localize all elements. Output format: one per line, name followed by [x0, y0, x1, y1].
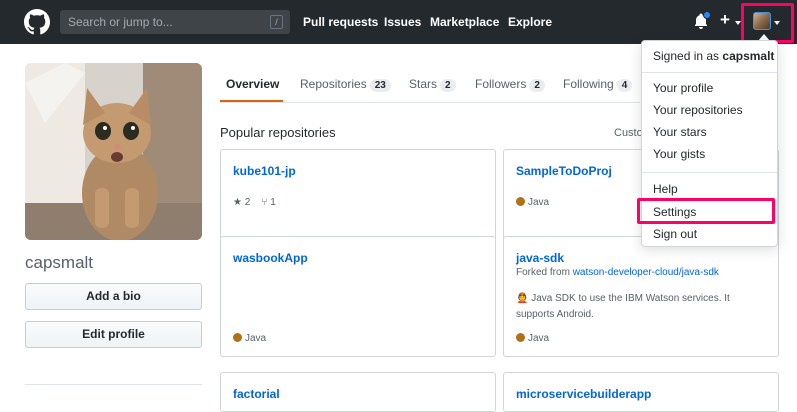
following-count: 4: [616, 79, 633, 92]
tab-repositories-label: Repositories: [300, 77, 367, 91]
tab-followers-label: Followers: [475, 77, 527, 91]
popular-repositories-heading: Popular repositories: [220, 125, 336, 140]
repo-language: Java: [516, 333, 549, 344]
repo-link-factorial[interactable]: factorial: [233, 387, 280, 401]
stars-count: 2: [440, 79, 456, 92]
menu-item-sign-out[interactable]: Sign out: [653, 227, 697, 241]
forked-from-prefix: Forked from: [516, 267, 570, 278]
java-language-color: [516, 333, 525, 342]
tab-following[interactable]: Following 4: [563, 77, 633, 92]
tab-stars[interactable]: Stars 2: [409, 77, 456, 92]
repo-language: Java: [233, 333, 266, 344]
tab-followers[interactable]: Followers 2: [475, 77, 545, 92]
repo-link-microservicebuilderapp[interactable]: microservicebuilderapp: [516, 387, 651, 401]
tabs-divider: [220, 102, 640, 103]
followers-count: 2: [529, 79, 545, 92]
tab-stars-label: Stars: [409, 77, 438, 91]
repo-card-wasbookapp: wasbookApp Java: [220, 236, 496, 357]
repo-link-sampletodoproj[interactable]: SampleToDoProj: [516, 164, 612, 178]
person-emoji-icon: 👲: [516, 293, 529, 304]
repo-language: Java: [516, 197, 549, 208]
repo-card-microservicebuilderapp: microservicebuilderapp: [503, 372, 779, 412]
menu-item-help[interactable]: Help: [653, 182, 678, 196]
unread-notification-dot: [703, 11, 711, 19]
fork-count[interactable]: 1: [270, 197, 276, 208]
signed-in-username: capsmalt: [722, 49, 775, 63]
language-label: Java: [528, 333, 550, 344]
signed-in-prefix: Signed in as: [653, 49, 720, 63]
nav-issues[interactable]: Issues: [384, 15, 421, 29]
nav-marketplace[interactable]: Marketplace: [430, 15, 499, 29]
java-language-color: [516, 197, 525, 206]
menu-item-your-repositories[interactable]: Your repositories: [653, 103, 743, 117]
edit-profile-button[interactable]: Edit profile: [25, 321, 202, 348]
tab-overview-label: Overview: [226, 77, 280, 91]
settings-highlight-box: [637, 198, 775, 224]
repo-card-factorial: factorial: [220, 372, 496, 412]
menu-divider: [642, 72, 777, 73]
customize-pins-link[interactable]: Custo: [614, 127, 643, 139]
search-input[interactable]: Search or jump to... /: [60, 10, 290, 34]
forked-from-link[interactable]: watson-developer-cloud/java-sdk: [573, 267, 719, 278]
repo-description: 👲 Java SDK to use the IBM Watson service…: [516, 291, 761, 323]
language-label: Java: [528, 197, 550, 208]
repo-link-wasbookapp[interactable]: wasbookApp: [233, 251, 308, 265]
menu-item-your-stars[interactable]: Your stars: [653, 125, 707, 139]
profile-username: capsmalt: [25, 253, 94, 272]
top-header: Search or jump to... / Pull requests Iss…: [0, 0, 797, 44]
repo-card-java-sdk: java-sdk Forked from watson-developer-cl…: [503, 236, 779, 357]
create-new-plus-icon[interactable]: +: [720, 11, 730, 29]
tab-following-label: Following: [563, 77, 614, 91]
language-label: Java: [245, 333, 267, 344]
github-logo-icon[interactable]: [24, 9, 50, 35]
active-tab-indicator: [220, 100, 283, 102]
star-count[interactable]: 2: [245, 197, 251, 208]
repo-link-kube101-jp[interactable]: kube101-jp: [233, 164, 296, 178]
add-bio-button[interactable]: Add a bio: [25, 283, 202, 310]
signed-in-as-header: Signed in as capsmalt: [653, 49, 774, 63]
profile-avatar-photo: [25, 63, 202, 240]
search-shortcut-key: /: [270, 15, 283, 29]
forked-from-line: Forked from watson-developer-cloud/java-…: [516, 267, 719, 278]
nav-explore[interactable]: Explore: [508, 15, 552, 29]
repo-description-text: Java SDK to use the IBM Watson services.…: [516, 293, 730, 320]
repositories-count: 23: [369, 79, 391, 92]
nav-pull-requests[interactable]: Pull requests: [303, 15, 378, 29]
tab-repositories[interactable]: Repositories 23: [300, 77, 391, 92]
star-icon: ★: [233, 197, 242, 208]
menu-item-your-gists[interactable]: Your gists: [653, 147, 705, 161]
menu-item-your-profile[interactable]: Your profile: [653, 81, 713, 95]
sidebar-divider: [25, 384, 202, 385]
fork-icon: ⑂: [261, 197, 268, 208]
java-language-color: [233, 333, 242, 342]
tab-overview[interactable]: Overview: [226, 77, 279, 91]
repo-card-kube101-jp: kube101-jp ★ 2 ⑂ 1: [220, 149, 496, 240]
repo-link-java-sdk[interactable]: java-sdk: [516, 251, 564, 265]
search-placeholder: Search or jump to...: [68, 15, 173, 29]
menu-divider: [642, 172, 777, 173]
repo-stats: ★ 2 ⑂ 1: [233, 197, 276, 208]
